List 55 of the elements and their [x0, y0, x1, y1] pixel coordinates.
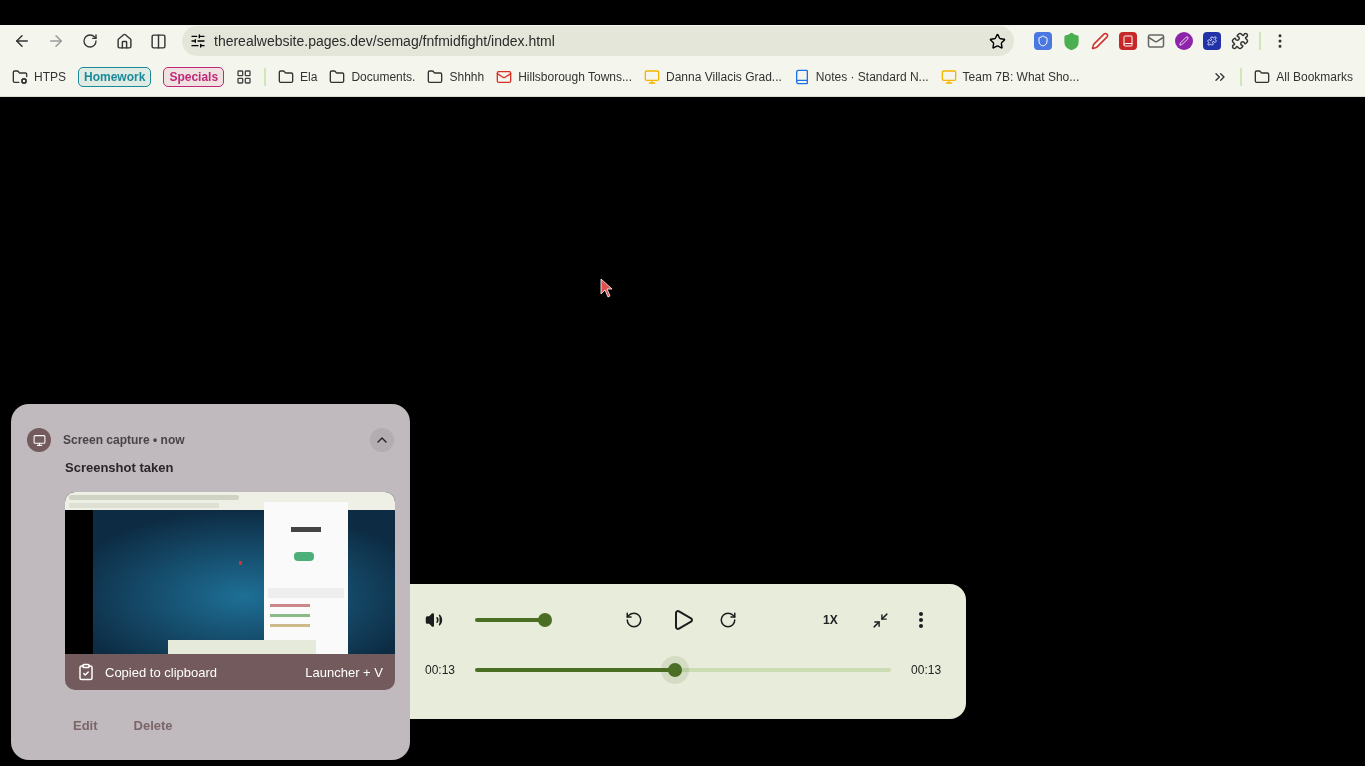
folder-icon — [1254, 68, 1271, 85]
extension-icon[interactable] — [1175, 32, 1193, 50]
bookmark-chip[interactable]: Specials — [163, 66, 225, 87]
bookmark-item[interactable]: HTPS — [12, 68, 66, 85]
forward-icon — [719, 611, 737, 629]
reload-icon — [82, 33, 98, 49]
screen-capture-icon — [27, 428, 51, 452]
site-settings-icon[interactable] — [190, 33, 206, 49]
folder-icon — [278, 68, 295, 85]
extension-icon[interactable] — [1203, 32, 1221, 50]
bookmark-item[interactable]: Danna Villacis Grad... — [644, 68, 782, 85]
rewind-button[interactable] — [625, 611, 643, 629]
bookmark-star-icon[interactable] — [989, 32, 1006, 50]
forward-button[interactable] — [719, 611, 737, 629]
bookmark-item[interactable]: Notes · Standard N... — [793, 68, 929, 85]
more-icon — [918, 612, 923, 628]
shortcut-text: Launcher + V — [305, 664, 383, 680]
slides-icon — [940, 68, 957, 85]
home-icon — [115, 32, 133, 50]
collapse-button[interactable] — [370, 428, 394, 452]
clipboard-icon — [77, 663, 95, 681]
shield-icon[interactable] — [1062, 31, 1081, 51]
extension-icon[interactable] — [1034, 32, 1052, 50]
mail-icon — [496, 68, 513, 85]
mail-icon[interactable] — [1147, 32, 1165, 50]
notification-source: Screen capture • now — [63, 433, 186, 447]
rewind-icon — [625, 611, 643, 629]
more-button[interactable] — [918, 612, 923, 628]
side-panel-icon — [149, 32, 167, 50]
folder-icon — [427, 68, 444, 85]
speed-button[interactable]: 1X — [823, 613, 838, 627]
folder-gear-icon — [12, 68, 28, 85]
duration-time: 00:13 — [911, 663, 942, 677]
arrow-right-icon — [47, 32, 65, 50]
exit-fullscreen-icon — [871, 611, 889, 629]
cursor-icon — [600, 278, 614, 298]
bookmark-item[interactable]: Documents. — [329, 68, 416, 85]
volume-button[interactable] — [425, 611, 443, 629]
notes-icon — [793, 68, 810, 85]
folder-icon — [329, 68, 346, 85]
exit-fullscreen-button[interactable] — [871, 611, 889, 629]
pen-icon[interactable] — [1091, 32, 1109, 50]
book-icon[interactable] — [1119, 32, 1137, 50]
bookmark-item[interactable]: Team 7B: What Sho... — [940, 68, 1080, 85]
apps-icon[interactable] — [236, 68, 253, 85]
banner-text: Copied to clipboard — [105, 664, 219, 680]
bookmark-item[interactable]: Ela — [278, 68, 318, 85]
bookmark-item[interactable]: Hillsborough Towns... — [496, 68, 632, 85]
notification-title: Screenshot taken — [65, 460, 175, 475]
extensions-icon[interactable] — [1231, 32, 1249, 50]
elapsed-time: 00:13 — [425, 663, 456, 677]
bookmark-item[interactable]: All Bookmarks — [1254, 68, 1353, 85]
slides-icon — [644, 68, 660, 85]
speaker-icon — [425, 611, 443, 629]
bookmark-item[interactable]: Shhhh — [427, 68, 485, 85]
